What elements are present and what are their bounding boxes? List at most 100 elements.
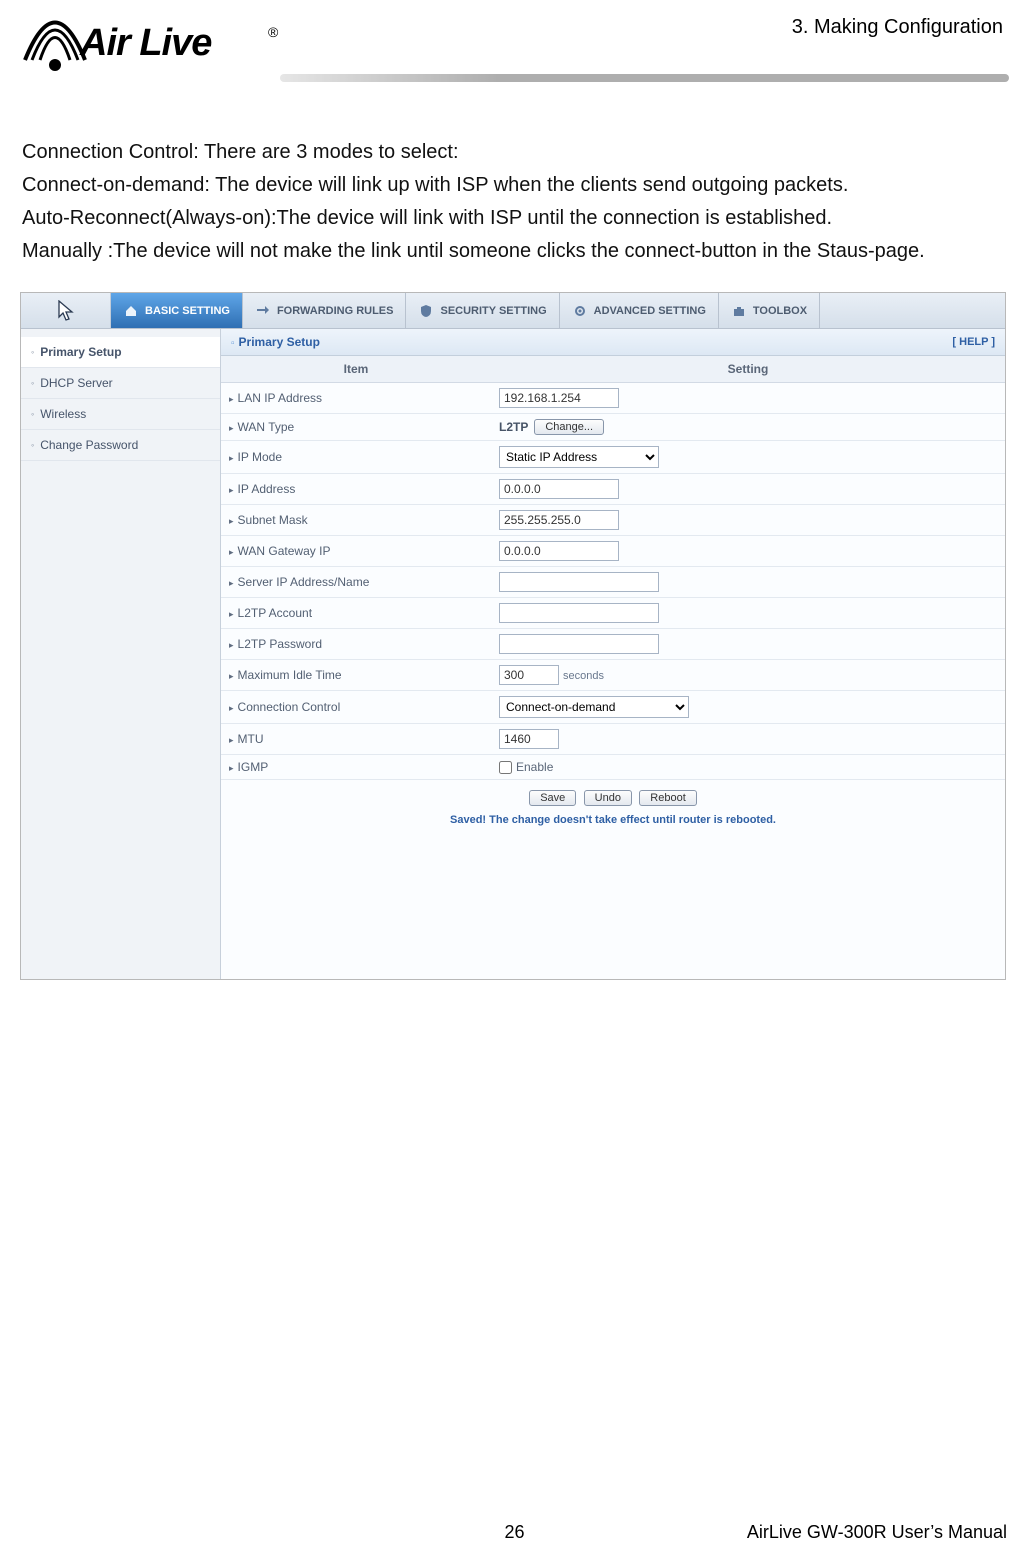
server-ip-input[interactable] <box>499 572 659 592</box>
tab-label: ADVANCED SETTING <box>594 305 706 317</box>
tab-basic-setting[interactable]: BASIC SETTING <box>111 293 243 328</box>
brand-logo: Air Live ® <box>20 10 280 90</box>
l2tp-password-input[interactable] <box>499 634 659 654</box>
row-label: L2TP Account <box>238 606 313 620</box>
router-ui-frame: BASIC SETTING FORWARDING RULES SECURITY … <box>20 292 1006 980</box>
panel-title-text: ▫Primary Setup <box>231 335 320 349</box>
row-label: Connection Control <box>238 700 341 714</box>
tab-security-setting[interactable]: SECURITY SETTING <box>406 293 559 328</box>
table-row: ▸ L2TP Account <box>221 598 1005 629</box>
sidebar-item-dhcp-server[interactable]: ◦ DHCP Server <box>21 368 220 399</box>
table-row: ▸ MTU <box>221 724 1005 755</box>
saved-note: Saved! The change doesn't take effect un… <box>221 810 1005 836</box>
body-paragraph: Connection Control: There are 3 modes to… <box>22 136 1007 268</box>
row-label: L2TP Password <box>238 637 323 651</box>
mtu-input[interactable] <box>499 729 559 749</box>
table-row: ▸ Maximum Idle Time seconds <box>221 660 1005 691</box>
action-row: Save Undo Reboot <box>221 780 1005 810</box>
idle-unit: seconds <box>563 670 604 682</box>
change-wan-type-button[interactable]: Change... <box>534 419 604 435</box>
reboot-button[interactable]: Reboot <box>639 790 696 806</box>
header-divider <box>280 74 1009 82</box>
caret-icon: ▸ <box>229 703 234 713</box>
igmp-enable-checkbox[interactable] <box>499 761 512 774</box>
tab-advanced-setting[interactable]: ADVANCED SETTING <box>560 293 719 328</box>
bullet-icon: ◦ <box>31 440 34 450</box>
ui-top-tabs: BASIC SETTING FORWARDING RULES SECURITY … <box>21 293 1005 329</box>
ui-main-panel: ▫Primary Setup [ HELP ] Item Setting ▸ LA… <box>221 329 1005 979</box>
panel-title-bar: ▫Primary Setup [ HELP ] <box>221 329 1005 356</box>
arrows-icon <box>255 303 271 319</box>
row-label: IGMP <box>238 760 269 774</box>
chapter-title: 3. Making Configuration <box>792 10 1009 39</box>
row-label: WAN Type <box>238 420 295 434</box>
shield-icon <box>418 303 434 319</box>
row-label: WAN Gateway IP <box>238 544 331 558</box>
ui-body: ◦ Primary Setup ◦ DHCP Server ◦ Wireless… <box>21 329 1005 979</box>
panel-title-label: Primary Setup <box>239 335 320 349</box>
connection-control-select[interactable]: Connect-on-demand <box>499 696 689 718</box>
ip-mode-select[interactable]: Static IP Address <box>499 446 659 468</box>
gear-icon <box>572 303 588 319</box>
caret-icon: ▸ <box>229 763 234 773</box>
caret-icon: ▸ <box>229 578 234 588</box>
tab-forwarding-rules[interactable]: FORWARDING RULES <box>243 293 407 328</box>
table-row: ▸ WAN Type L2TP Change... <box>221 414 1005 441</box>
sidebar-item-label: Change Password <box>40 438 138 452</box>
table-row: ▸ L2TP Password <box>221 629 1005 660</box>
caret-icon: ▸ <box>229 547 234 557</box>
wan-type-text: L2TP <box>499 420 528 434</box>
caret-icon: ▸ <box>229 394 234 404</box>
lan-ip-input[interactable] <box>499 388 619 408</box>
manual-name: AirLive GW-300R User’s Manual <box>747 1522 1007 1543</box>
ui-sidebar: ◦ Primary Setup ◦ DHCP Server ◦ Wireless… <box>21 329 221 979</box>
caret-icon: ▸ <box>229 423 234 433</box>
col-item: Item <box>221 356 491 383</box>
tab-label: SECURITY SETTING <box>440 305 546 317</box>
table-row: ▸IP Mode Static IP Address <box>221 441 1005 474</box>
row-label: MTU <box>238 732 264 746</box>
help-link[interactable]: [ HELP ] <box>952 336 995 348</box>
table-row: ▸ Connection Control Connect-on-demand <box>221 691 1005 724</box>
table-row: ▸ LAN IP Address <box>221 383 1005 414</box>
undo-button[interactable]: Undo <box>584 790 632 806</box>
max-idle-input[interactable] <box>499 665 559 685</box>
save-button[interactable]: Save <box>529 790 576 806</box>
table-row: ▸ IP Address <box>221 474 1005 505</box>
sidebar-item-primary-setup[interactable]: ◦ Primary Setup <box>21 337 220 368</box>
l2tp-account-input[interactable] <box>499 603 659 623</box>
caret-icon: ▸ <box>229 671 234 681</box>
house-icon <box>123 303 139 319</box>
tab-toolbox[interactable]: TOOLBOX <box>719 293 820 328</box>
row-label: IP Mode <box>238 450 282 464</box>
sidebar-item-label: Primary Setup <box>40 345 121 359</box>
row-label: Server IP Address/Name <box>238 575 370 589</box>
wan-gateway-input[interactable] <box>499 541 619 561</box>
row-label: Subnet Mask <box>238 513 308 527</box>
subnet-mask-input[interactable] <box>499 510 619 530</box>
caret-icon: ▸ <box>229 640 234 650</box>
cursor-icon <box>57 300 75 322</box>
sidebar-item-label: DHCP Server <box>40 376 112 390</box>
caret-icon: ▸ <box>229 735 234 745</box>
page-number: 26 <box>504 1522 524 1543</box>
row-label: IP Address <box>238 482 296 496</box>
ip-address-input[interactable] <box>499 479 619 499</box>
tab-label: BASIC SETTING <box>145 305 230 317</box>
toolbox-icon <box>731 303 747 319</box>
bullet-icon: ◦ <box>31 347 34 357</box>
sidebar-item-change-password[interactable]: ◦ Change Password <box>21 430 220 461</box>
table-row: ▸Subnet Mask <box>221 505 1005 536</box>
row-label: LAN IP Address <box>238 391 323 405</box>
table-header-row: Item Setting <box>221 356 1005 383</box>
sidebar-item-wireless[interactable]: ◦ Wireless <box>21 399 220 430</box>
sidebar-item-label: Wireless <box>40 407 86 421</box>
tab-label: TOOLBOX <box>753 305 807 317</box>
caret-icon: ▸ <box>229 609 234 619</box>
row-label: Maximum Idle Time <box>238 668 342 682</box>
caret-icon: ▸ <box>229 485 234 495</box>
table-row: ▸ WAN Gateway IP <box>221 536 1005 567</box>
logo-registered: ® <box>268 24 278 40</box>
tab-label: FORWARDING RULES <box>277 305 394 317</box>
table-row: ▸ Server IP Address/Name <box>221 567 1005 598</box>
